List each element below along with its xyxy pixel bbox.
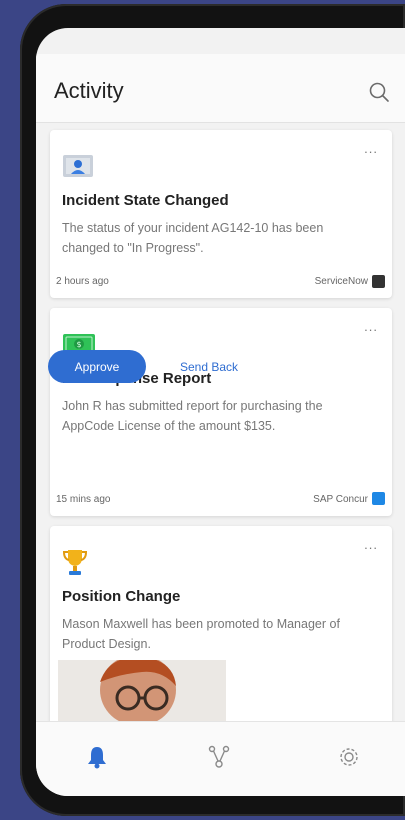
card-description: John R has submitted report for purchasi… xyxy=(62,399,323,433)
card-title: Position Change xyxy=(62,588,181,605)
trophy-icon xyxy=(62,548,88,583)
status-bar xyxy=(36,28,405,54)
more-options-button[interactable]: ... xyxy=(364,538,378,551)
card-source: SAP Concur xyxy=(313,494,368,505)
card-timestamp: 15 mins ago xyxy=(56,494,111,505)
activity-card-incident[interactable]: ... Incident State Changed The status of… xyxy=(50,130,392,298)
bottom-navigation xyxy=(36,721,405,796)
sap-concur-logo-icon xyxy=(372,492,385,505)
card-timestamp: 2 hours ago xyxy=(56,276,109,287)
card-description: Mason Maxwell has been promoted to Manag… xyxy=(62,617,340,651)
more-options-button[interactable]: ... xyxy=(364,320,378,333)
activity-card-expense[interactable]: ... $ New Expense Report John R has subm… xyxy=(50,308,392,516)
bell-icon[interactable] xyxy=(84,744,110,770)
card-title: Incident State Changed xyxy=(62,192,229,209)
page-title: Activity xyxy=(54,78,124,103)
servicenow-logo-icon xyxy=(372,275,385,288)
gear-icon[interactable] xyxy=(336,744,362,770)
send-back-link[interactable]: Send Back xyxy=(180,360,238,374)
app-screen: Activity ... Incident State Changed The … xyxy=(36,28,405,796)
more-options-button[interactable]: ... xyxy=(364,142,378,155)
card-description: The status of your incident AG142-10 has… xyxy=(62,221,324,255)
svg-text:$: $ xyxy=(76,340,81,349)
approve-button[interactable]: Approve xyxy=(48,350,146,383)
search-icon[interactable] xyxy=(367,80,391,104)
app-bar: Activity xyxy=(36,54,405,123)
incident-person-icon xyxy=(62,154,94,183)
card-source: ServiceNow xyxy=(314,276,368,287)
network-icon[interactable] xyxy=(206,744,232,770)
